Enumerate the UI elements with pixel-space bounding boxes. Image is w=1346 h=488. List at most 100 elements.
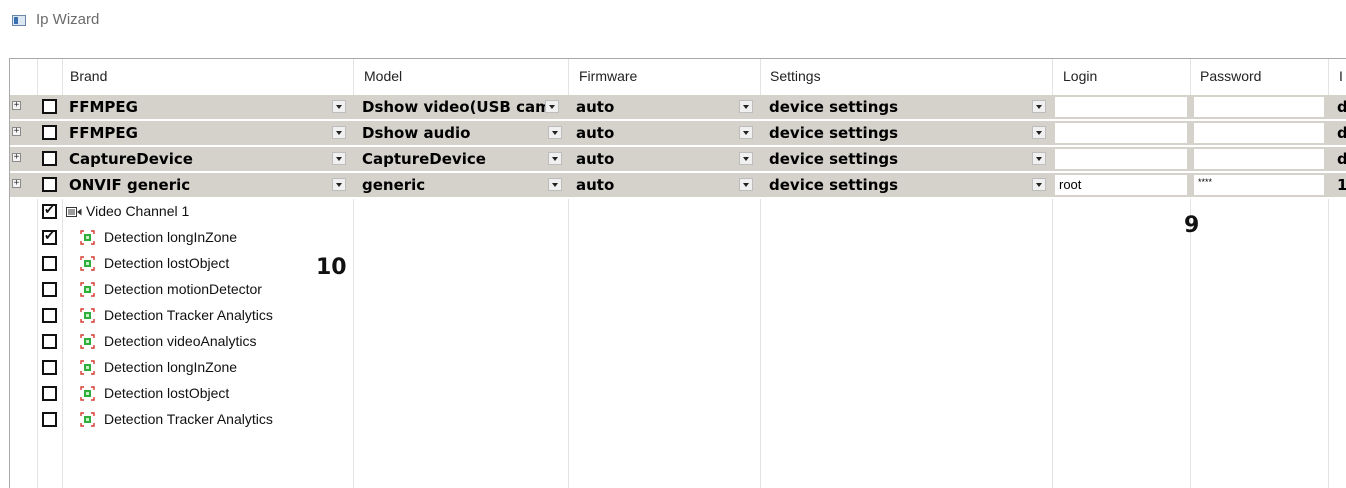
firmware-dropdown-arrow[interactable] [739,100,753,113]
child-checkbox[interactable] [42,412,57,427]
detection-icon [80,256,95,271]
firmware-value: auto [576,176,615,194]
expand-icon[interactable]: + [12,179,21,188]
brand-dropdown-arrow[interactable] [332,126,346,139]
model-dropdown-arrow[interactable] [545,100,559,113]
column-header-brand[interactable]: Brand [70,68,107,84]
model-dropdown-arrow[interactable] [548,126,562,139]
row-checkbox[interactable] [42,177,57,192]
login-field[interactable]: root [1055,175,1187,195]
child-label: Detection Tracker Analytics [104,307,273,323]
column-header-login[interactable]: Login [1063,68,1097,84]
firmware-value: auto [576,98,615,116]
column-header-password[interactable]: Password [1200,68,1261,84]
login-field[interactable] [1055,97,1187,117]
row-checkbox[interactable] [42,99,57,114]
expand-icon[interactable]: + [12,101,21,110]
model-value: Dshow video(USB cam [362,98,551,116]
settings-dropdown-arrow[interactable] [1032,126,1046,139]
child-checkbox[interactable] [42,308,57,323]
settings-value: device settings [769,98,899,116]
login-field[interactable] [1055,149,1187,169]
child-row-detection[interactable]: Detection motionDetector [10,277,350,303]
brand-value: ONVIF generic [69,176,191,194]
title-bar: Ip Wizard [0,0,1346,44]
child-row-detection[interactable]: Detection lostObject [10,381,350,407]
callout-10: 10 [316,255,347,280]
firmware-value: auto [576,124,615,142]
brand-value: FFMPEG [69,98,138,116]
device-row-onvif-generic[interactable]: + ONVIF generic generic auto device sett… [10,173,1346,199]
child-row-detection[interactable]: Detection Tracker Analytics [10,407,350,433]
detection-icon [80,282,95,297]
child-row-detection[interactable]: Detection videoAnalytics [10,329,350,355]
child-label: Detection lostObject [104,255,230,271]
child-row-detection[interactable]: Detection longInZone [10,225,350,251]
brand-dropdown-arrow[interactable] [332,100,346,113]
model-value: generic [362,176,426,194]
row-checkbox[interactable] [42,151,57,166]
firmware-dropdown-arrow[interactable] [739,152,753,165]
settings-value: device settings [769,150,899,168]
settings-value: device settings [769,176,899,194]
child-checkbox[interactable] [42,360,57,375]
settings-value: device settings [769,124,899,142]
child-checkbox[interactable] [42,256,57,271]
brand-dropdown-arrow[interactable] [332,152,346,165]
password-field[interactable]: **** [1194,175,1324,195]
model-dropdown-arrow[interactable] [548,178,562,191]
firmware-dropdown-arrow[interactable] [739,178,753,191]
video-camera-icon [66,207,82,217]
expand-icon[interactable]: + [12,153,21,162]
child-label: Detection lostObject [104,385,230,401]
firmware-dropdown-arrow[interactable] [739,126,753,139]
callout-9: 9 [1184,213,1200,238]
ip-value: d [1337,150,1346,168]
firmware-value: auto [576,150,615,168]
detection-icon [80,308,95,323]
expand-icon[interactable]: + [12,127,21,136]
model-value: Dshow audio [362,124,471,142]
login-field[interactable] [1055,123,1187,143]
ip-value: d [1337,124,1346,142]
detection-icon [80,386,95,401]
password-field[interactable] [1194,123,1324,143]
device-row-ffmpeg-audio[interactable]: + FFMPEG Dshow audio auto device setting… [10,121,1346,147]
column-header-model[interactable]: Model [364,68,402,84]
column-header-ip[interactable]: I [1339,68,1343,84]
brand-value: CaptureDevice [69,150,193,168]
detection-icon [80,412,95,427]
column-header-settings[interactable]: Settings [770,68,821,84]
child-row-video-channel[interactable]: Video Channel 1 [10,199,350,225]
child-checkbox[interactable] [42,229,57,245]
row-checkbox[interactable] [42,125,57,140]
child-checkbox[interactable] [42,386,57,401]
model-dropdown-arrow[interactable] [548,152,562,165]
settings-dropdown-arrow[interactable] [1032,100,1046,113]
settings-dropdown-arrow[interactable] [1032,152,1046,165]
child-checkbox[interactable] [42,282,57,297]
child-label: Video Channel 1 [86,203,190,219]
device-row-capturedevice[interactable]: + CaptureDevice CaptureDevice auto devic… [10,147,1346,173]
password-field[interactable] [1194,97,1324,117]
device-row-ffmpeg-video[interactable]: + FFMPEG Dshow video(USB cam auto device… [10,95,1346,121]
device-grid: Brand Model Firmware Settings Login Pass… [9,58,1346,488]
detection-icon [80,334,95,349]
child-row-detection[interactable]: Detection longInZone [10,355,350,381]
child-checkbox[interactable] [42,203,57,219]
child-checkbox[interactable] [42,334,57,349]
window-title: Ip Wizard [36,11,100,28]
settings-dropdown-arrow[interactable] [1032,178,1046,191]
child-row-detection[interactable]: Detection Tracker Analytics [10,303,350,329]
brand-value: FFMPEG [69,124,138,142]
password-field[interactable] [1194,149,1324,169]
column-header-firmware[interactable]: Firmware [579,68,637,84]
child-label: Detection motionDetector [104,281,262,297]
ip-value: 1 [1337,176,1346,194]
brand-dropdown-arrow[interactable] [332,178,346,191]
child-label: Detection longInZone [104,359,238,375]
child-label: Detection videoAnalytics [104,333,257,349]
model-value: CaptureDevice [362,150,486,168]
child-row-detection[interactable]: Detection lostObject [10,251,350,277]
child-label: Detection Tracker Analytics [104,411,273,427]
